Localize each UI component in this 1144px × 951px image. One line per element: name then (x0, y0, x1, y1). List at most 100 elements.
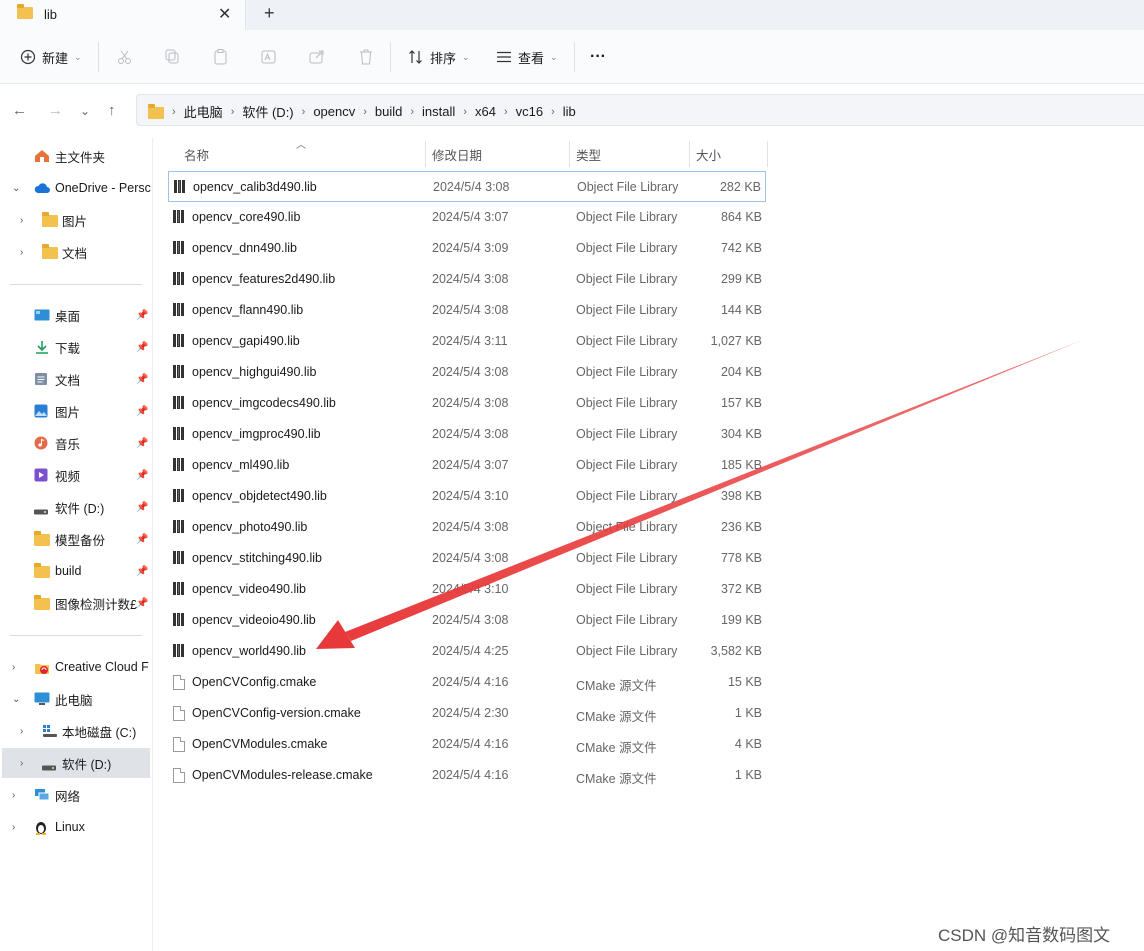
up-arrow-icon[interactable]: ↑ (108, 102, 116, 119)
sidebar-item-videos[interactable]: 视频 📌 (0, 460, 152, 490)
file-date: 2024/5/4 4:16 (432, 675, 509, 689)
breadcrumb-opencv[interactable]: opencv (313, 104, 355, 119)
sidebar-item-creative-cloud[interactable]: › Creative Cloud F (0, 652, 152, 682)
new-button-label: 新建 (42, 50, 69, 66)
column-header-date[interactable]: 修改日期 (432, 140, 482, 168)
sidebar-item-desktop[interactable]: 桌面 📌 (0, 300, 152, 330)
file-date: 2024/5/4 3:11 (432, 334, 508, 348)
breadcrumb-x64[interactable]: x64 (475, 104, 496, 119)
new-tab-button[interactable]: + (264, 3, 275, 24)
sidebar-item-drive-d[interactable]: 软件 (D:) 📌 (0, 492, 152, 522)
home-icon (34, 149, 50, 163)
file-type: Object File Library (576, 303, 678, 317)
document-icon (34, 372, 50, 386)
sidebar-item-downloads[interactable]: 下载 📌 (0, 332, 152, 362)
file-name: opencv_video490.lib (192, 582, 306, 596)
file-row[interactable]: opencv_videoio490.lib 2024/5/4 3:08 Object… (168, 605, 766, 636)
chevron-right-icon[interactable]: › (12, 790, 15, 801)
back-arrow-icon[interactable]: ← (12, 102, 27, 119)
chevron-down-icon[interactable]: ⌄ (12, 694, 20, 705)
file-name: OpenCVModules.cmake (192, 737, 328, 751)
file-row[interactable]: opencv_highgui490.lib 2024/5/4 3:08 Object… (168, 357, 766, 388)
file-row[interactable]: opencv_stitching490.lib 2024/5/4 3:08 Obje… (168, 543, 766, 574)
file-type: Object File Library (576, 520, 678, 534)
sidebar-item-documents[interactable]: 文档 📌 (0, 364, 152, 394)
sidebar-item-image-counting[interactable]: 图像检测计数£ 📌 (0, 588, 152, 618)
file-date: 2024/5/4 3:08 (432, 427, 509, 441)
forward-arrow-icon[interactable]: → (48, 102, 63, 119)
sidebar-item-home[interactable]: 主文件夹 (0, 141, 152, 171)
file-row[interactable]: opencv_video490.lib 2024/5/4 3:10 Object F… (168, 574, 766, 605)
breadcrumb-vc16[interactable]: vc16 (516, 104, 543, 119)
file-row[interactable]: OpenCVConfig-version.cmake 2024/5/4 2:30 C… (168, 698, 766, 729)
sidebar-item-onedrive-documents[interactable]: › 文档 (0, 237, 152, 267)
sidebar-item-drive-c[interactable]: › 本地磁盘 (C:) (0, 716, 152, 746)
breadcrumb-build[interactable]: build (375, 104, 402, 119)
new-button[interactable]: 新建 ⌄ (20, 46, 82, 68)
sidebar-item-pictures[interactable]: 图片 📌 (0, 396, 152, 426)
recent-locations-chevron-icon[interactable]: ⌄ (80, 104, 90, 118)
file-size: 778 KB (720, 551, 762, 565)
file-date: 2024/5/4 3:10 (432, 582, 509, 596)
file-row[interactable]: opencv_ml490.lib 2024/5/4 3:07 Object File… (168, 450, 766, 481)
column-header-name[interactable]: 名称 (184, 140, 209, 168)
file-row[interactable]: opencv_imgcodecs490.lib 2024/5/4 3:08 Obje… (168, 388, 766, 419)
more-options-button[interactable]: ··· (590, 46, 606, 68)
sidebar-item-network[interactable]: › 网络 (0, 780, 152, 810)
sidebar-item-this-pc[interactable]: ⌄ 此电脑 (0, 684, 152, 714)
cut-icon[interactable] (116, 46, 134, 68)
sidebar-item-music[interactable]: 音乐 📌 (0, 428, 152, 458)
column-header-size[interactable]: 大小 (696, 140, 721, 168)
sidebar-item-linux[interactable]: › Linux (0, 812, 152, 842)
file-row[interactable]: opencv_imgproc490.lib 2024/5/4 3:08 Object… (168, 419, 766, 450)
file-row[interactable]: OpenCVModules-release.cmake 2024/5/4 4:16… (168, 760, 766, 791)
file-row[interactable]: opencv_photo490.lib 2024/5/4 3:08 Object F… (168, 512, 766, 543)
file-row[interactable]: opencv_calib3d490.lib 2024/5/4 3:08 Object… (168, 171, 766, 202)
chevron-down-icon[interactable]: ⌄ (12, 183, 20, 194)
chevron-right-icon[interactable]: › (20, 726, 23, 737)
file-name: opencv_ml490.lib (192, 458, 290, 472)
file-row[interactable]: opencv_core490.lib 2024/5/4 3:07 Object Fi… (168, 202, 766, 233)
chevron-right-icon[interactable]: › (20, 247, 23, 258)
watermark: CSDN @知音数码图文 (938, 926, 1111, 945)
breadcrumb-drive-d[interactable]: 软件 (D:) (242, 102, 293, 121)
paste-icon[interactable] (212, 46, 230, 68)
file-row[interactable]: OpenCVConfig.cmake 2024/5/4 4:16 CMake 源文件… (168, 667, 766, 698)
column-header-type[interactable]: 类型 (576, 140, 601, 168)
file-row[interactable]: opencv_objdetect490.lib 2024/5/4 3:10 Obje… (168, 481, 766, 512)
sidebar-item-onedrive[interactable]: ⌄ OneDrive - Persc (0, 173, 152, 203)
chevron-right-icon[interactable]: › (20, 758, 23, 769)
view-button[interactable]: 查看 ⌄ (496, 46, 558, 68)
breadcrumb-install[interactable]: install (422, 104, 455, 119)
file-row[interactable]: opencv_dnn490.lib 2024/5/4 3:09 Object Fil… (168, 233, 766, 264)
tab-lib[interactable]: lib ✕ (0, 0, 246, 30)
copy-icon[interactable] (164, 46, 182, 68)
pin-icon: 📌 (136, 309, 149, 321)
file-row[interactable]: opencv_features2d490.lib 2024/5/4 3:08 Obj… (168, 264, 766, 295)
file-row[interactable]: opencv_world490.lib 2024/5/4 4:25 Object F… (168, 636, 766, 667)
sidebar-item-build[interactable]: build 📌 (0, 556, 152, 586)
file-row[interactable]: opencv_flann490.lib 2024/5/4 3:08 Object F… (168, 295, 766, 326)
file-row[interactable]: OpenCVModules.cmake 2024/5/4 4:16 CMake 源文… (168, 729, 766, 760)
chevron-right-icon[interactable]: › (12, 822, 15, 833)
sidebar-item-drive-d-tree[interactable]: › 软件 (D:) (2, 748, 150, 778)
penguin-icon (34, 819, 50, 835)
chevron-right-icon[interactable]: › (20, 215, 23, 226)
sidebar-item-onedrive-pictures[interactable]: › 图片 (0, 205, 152, 235)
breadcrumb-lib[interactable]: lib (563, 104, 576, 119)
delete-icon[interactable] (357, 46, 375, 68)
file-size: 864 KB (720, 210, 762, 224)
chevron-right-icon[interactable]: › (12, 662, 15, 673)
sidebar-item-model-backup[interactable]: 模型备份 📌 (0, 524, 152, 554)
file-row[interactable]: opencv_gapi490.lib 2024/5/4 3:11 Object Fi… (168, 326, 766, 357)
file-size: 1,027 KB (710, 334, 762, 348)
rename-icon[interactable] (260, 46, 278, 68)
sort-button[interactable]: 排序 ⌄ (408, 46, 470, 68)
library-file-icon (173, 582, 187, 596)
share-icon[interactable] (308, 46, 326, 68)
breadcrumb-this-pc[interactable]: 此电脑 (184, 102, 223, 121)
pin-icon: 📌 (136, 469, 149, 481)
file-name: opencv_world490.lib (192, 644, 306, 658)
library-file-icon (173, 272, 187, 286)
close-tab-button[interactable]: ✕ (218, 4, 231, 24)
